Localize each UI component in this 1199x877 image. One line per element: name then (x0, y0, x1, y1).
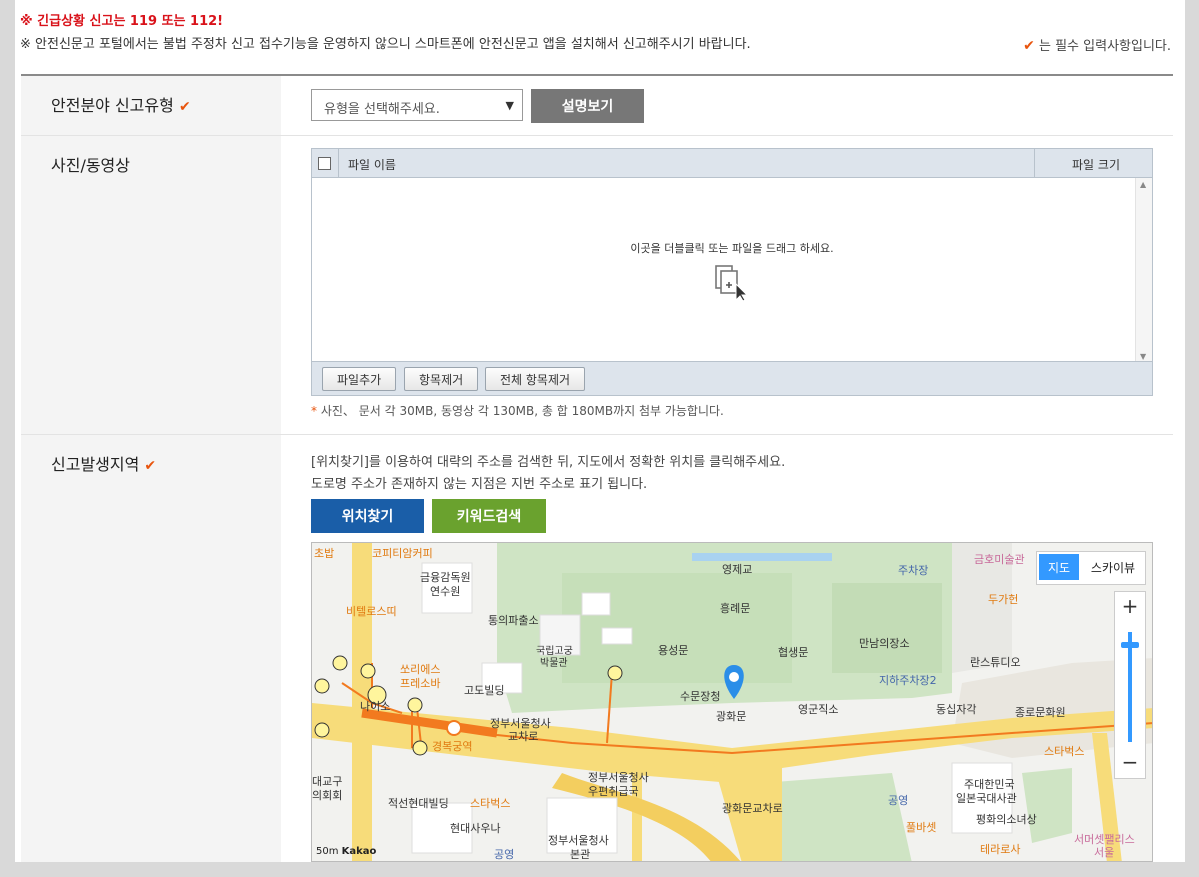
map-type-toggle: 지도 스카이뷰 (1036, 551, 1146, 585)
scroll-down-icon: ▼ (1140, 352, 1147, 361)
map-label: 공영 (494, 848, 515, 861)
map-label: 란스튜디오 (970, 656, 1021, 669)
zoom-slider-handle[interactable] (1121, 642, 1139, 648)
map-type-map-button[interactable]: 지도 (1039, 554, 1079, 580)
zoom-in-button[interactable]: + (1115, 594, 1145, 618)
type-label-text: 안전분야 신고유형 (51, 96, 174, 115)
required-check-icon: ✔ (178, 99, 191, 115)
required-legend-text: 는 필수 입력사항입니다. (1039, 39, 1171, 54)
file-list-header: 파일 이름 파일 크기 (312, 149, 1152, 178)
map-label: 연수원 (430, 585, 461, 598)
scroll-up-icon: ▲ (1140, 180, 1147, 189)
scale-value: 50m (316, 846, 339, 857)
location-map[interactable]: 초밥 코피티암커피 금융감독원 연수원 비텔로스띠 통의파출소 국립고궁 박물관… (311, 542, 1153, 862)
map-label: 풀바셋 (906, 821, 937, 834)
media-row-label: 사진/동영상 (21, 136, 281, 434)
keyword-search-button[interactable]: 키워드검색 (432, 499, 546, 533)
map-label: 광화문 (716, 710, 747, 723)
map-label: 적선현대빌딩 (388, 797, 449, 810)
type-select[interactable]: 유형을 선택해주세요. ▼ (311, 89, 523, 121)
map-label: 교차로 (508, 730, 539, 743)
map-label: 공영 (888, 794, 909, 807)
required-legend: ✔ 는 필수 입력사항입니다. (1023, 35, 1171, 54)
map-label: 나이소 (360, 700, 391, 713)
add-file-button[interactable]: 파일추가 (322, 367, 397, 391)
map-label: 종로문화원 (1015, 706, 1066, 719)
map-label: 금호미술관 (974, 553, 1025, 566)
limit-star: * (311, 404, 317, 418)
emergency-notice: ※ 긴급상황 신고는 119 또는 112! (20, 14, 224, 29)
required-check-icon: ✔ (144, 458, 157, 474)
required-check-icon: ✔ (1023, 38, 1035, 54)
file-limit-note: * 사진、 문서 각 30MB, 동영상 각 130MB, 총 합 180MB까… (311, 402, 724, 419)
map-label: 테라로사 (980, 843, 1021, 856)
file-name-header: 파일 이름 (348, 158, 396, 172)
file-drop-zone[interactable]: 이곳을 더블클릭 또는 파일을 드래그 하세요. ▲ ▼ (312, 178, 1152, 363)
map-label: 서울 (1094, 846, 1115, 859)
map-label: 프레소바 (400, 677, 441, 690)
map-label: 경복궁역 (432, 740, 473, 753)
type-row-label: 안전분야 신고유형 ✔ (21, 76, 281, 135)
drop-hint: 이곳을 더블클릭 또는 파일을 드래그 하세요. (630, 242, 834, 255)
map-label: 우편취급국 (588, 785, 639, 798)
map-label: 코피티암커피 (372, 547, 433, 560)
map-label: 영제교 (722, 563, 753, 576)
map-label: 만남의장소 (859, 637, 910, 650)
map-label: 수문장청 (680, 690, 721, 703)
map-label: 동십자각 (936, 703, 977, 716)
header-divider (1034, 149, 1035, 177)
location-label: 신고발생지역 ✔ (51, 451, 156, 475)
map-label: 초밥 (314, 547, 335, 560)
map-label: 주차장 (898, 564, 929, 577)
map-label: 현대사우나 (450, 822, 501, 835)
map-label: 박물관 (540, 658, 568, 669)
remove-all-button[interactable]: 전체 항목제거 (485, 367, 586, 391)
map-label: 평화의소녀상 (976, 813, 1037, 826)
map-label: 지하주차장2 (879, 674, 937, 687)
location-desc-1: [위치찾기]를 이용하여 대략의 주소를 검색한 뒤, 지도에서 정확한 위치를… (311, 455, 786, 470)
type-label: 안전분야 신고유형 ✔ (51, 92, 191, 116)
map-type-skyview-button[interactable]: 스카이뷰 (1085, 554, 1141, 580)
uploader-toolbar: 파일추가 항목제거 전체 항목제거 (312, 361, 1152, 395)
zoom-track[interactable] (1128, 632, 1132, 742)
media-label: 사진/동영상 (51, 156, 130, 175)
map-label: 용성문 (658, 644, 689, 657)
remove-item-button[interactable]: 항목제거 (404, 367, 479, 391)
limit-text: 사진、 문서 각 30MB, 동영상 각 130MB, 총 합 180MB까지 … (320, 404, 724, 418)
map-provider-logo: Kakao (341, 846, 377, 857)
map-label: 흥례문 (720, 602, 751, 615)
location-desc-2: 도로명 주소가 존재하지 않는 지점은 지번 주소로 표기 됩니다. (311, 477, 648, 492)
map-zoom-control: + − (1114, 591, 1146, 779)
report-form-page: ※ 긴급상황 신고는 119 또는 112! ※ 안전신문고 포털에서는 불법 … (15, 0, 1185, 862)
map-label: 스타벅스 (1044, 745, 1085, 758)
select-all-checkbox[interactable] (318, 157, 331, 170)
location-row-label: 신고발생지역 ✔ (21, 435, 281, 862)
map-label: 고도빌딩 (464, 684, 505, 697)
map-scale: 50m Kakao (316, 846, 376, 857)
find-location-button[interactable]: 위치찾기 (311, 499, 424, 533)
map-label: 의회회 (312, 789, 343, 802)
map-label: 통의파출소 (488, 614, 539, 627)
explain-button[interactable]: 설명보기 (531, 89, 644, 123)
add-file-icon (715, 265, 749, 302)
portal-notice: ※ 안전신문고 포털에서는 불법 주정차 신고 접수기능을 운영하지 않으니 스… (20, 37, 751, 52)
type-select-value: 유형을 선택해주세요. (324, 102, 440, 117)
chevron-down-icon: ▼ (505, 99, 514, 112)
map-label: 두가헌 (988, 593, 1019, 606)
file-list-scrollbar[interactable]: ▲ ▼ (1135, 178, 1152, 363)
map-label: 스타벅스 (470, 797, 511, 810)
location-label-text: 신고발생지역 (51, 455, 140, 474)
file-size-header: 파일 크기 (1072, 158, 1120, 172)
zoom-out-button[interactable]: − (1115, 750, 1145, 774)
map-label: 협생문 (778, 646, 809, 659)
map-label: 광화문교차로 (722, 802, 783, 815)
map-label: 일본국대사관 (956, 792, 1017, 805)
file-uploader: 파일 이름 파일 크기 이곳을 더블클릭 또는 파일을 드래그 하세요. ▲ ▼… (311, 148, 1153, 396)
header-divider (338, 149, 339, 177)
map-label: 비텔로스띠 (346, 605, 397, 618)
map-label: 영군직소 (798, 703, 839, 716)
map-label: 본관 (570, 848, 591, 861)
